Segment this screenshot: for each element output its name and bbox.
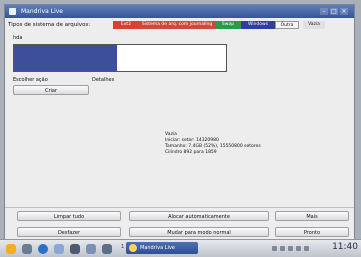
fs-chip-journaling[interactable]: Sistema de arq. com journaling	[139, 21, 215, 29]
choose-action-label: Escolher ação	[13, 77, 48, 83]
create-button[interactable]: Criar	[13, 85, 89, 95]
file-manager-icon[interactable]	[22, 244, 32, 254]
undo-button[interactable]: Desfazer	[17, 227, 121, 237]
more-button[interactable]: Mais	[275, 211, 349, 221]
clock: 11:40	[332, 242, 358, 252]
partition-details: Vazia Iniciar: setor: 14320980 Tamanho: …	[165, 132, 261, 156]
filesystem-types-row: Tipos de sistema de arquivos: Ext2 Siste…	[5, 19, 354, 31]
fs-chip-swap[interactable]: Swap	[215, 21, 241, 29]
close-icon[interactable]: ×	[340, 8, 348, 15]
fs-chip-empty[interactable]: Vazia	[303, 21, 325, 29]
auto-allocate-button[interactable]: Alocar automaticamente	[129, 211, 269, 221]
config-icon[interactable]	[86, 244, 96, 254]
terminal-icon[interactable]	[70, 244, 80, 254]
task-label: Mandriva Live	[140, 245, 175, 251]
window-app-icon	[9, 8, 16, 15]
volume-icon[interactable]	[280, 246, 285, 251]
keyboard-icon[interactable]	[304, 246, 309, 251]
browser-icon[interactable]	[38, 244, 48, 254]
mandriva-star-icon[interactable]	[6, 244, 16, 254]
done-button[interactable]: Pronto	[275, 227, 349, 237]
partition-windows[interactable]	[14, 45, 117, 71]
update-icon[interactable]	[288, 246, 293, 251]
mandriva-star-icon	[129, 244, 137, 252]
details-line: Cilindro 892 para 1859	[165, 150, 217, 155]
window-titlebar[interactable]: Mandriva Live – □ ×	[5, 5, 354, 18]
filesystem-types-label: Tipos de sistema de arquivos:	[8, 22, 91, 28]
task-count: 1	[121, 244, 125, 250]
fs-chip-windows[interactable]: Windows	[241, 21, 275, 29]
details-label: Detalhes	[92, 77, 115, 83]
minimize-icon[interactable]: –	[320, 8, 328, 15]
normal-mode-button[interactable]: Mudar para modo normal	[129, 227, 269, 237]
taskbar: 1 Mandriva Live 11:40	[0, 239, 361, 257]
divider	[5, 207, 354, 208]
network-icon[interactable]	[272, 246, 277, 251]
partition-bar[interactable]	[13, 44, 227, 72]
mail-icon[interactable]	[54, 244, 64, 254]
power-icon[interactable]	[296, 246, 301, 251]
disk-tab-hda[interactable]: hda	[13, 35, 22, 41]
desktop-switch-icon[interactable]	[102, 244, 112, 254]
maximize-icon[interactable]: □	[330, 8, 338, 15]
fs-chip-ext2[interactable]: Ext2	[113, 21, 139, 29]
installer-window: Mandriva Live – □ × Tipos de sistema de …	[4, 4, 355, 240]
task-button-mandriva-live[interactable]: Mandriva Live	[126, 242, 198, 254]
fs-chip-other[interactable]: Outra	[275, 21, 299, 29]
window-title: Mandriva Live	[21, 8, 63, 15]
clear-all-button[interactable]: Limpar tudo	[17, 211, 121, 221]
